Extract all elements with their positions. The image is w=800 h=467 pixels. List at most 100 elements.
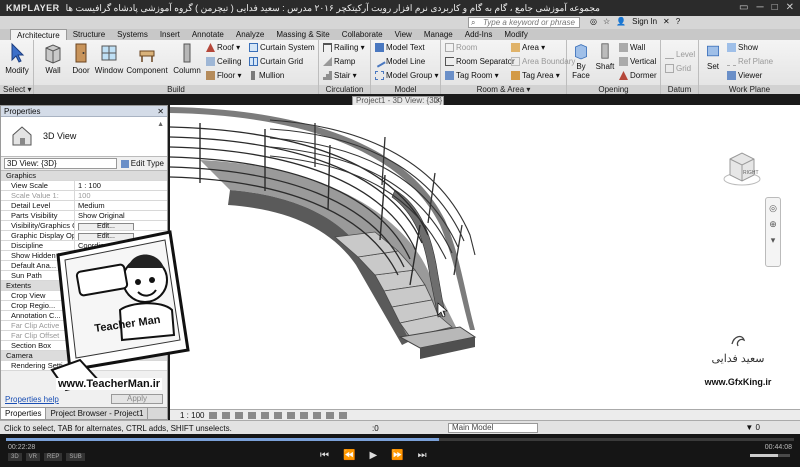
reveal-hidden-icon[interactable] — [326, 411, 335, 419]
property-section[interactable]: Graphics — [1, 171, 167, 181]
badge-vr[interactable]: VR — [25, 453, 41, 461]
set-button[interactable]: Set — [701, 42, 725, 71]
model-text-button[interactable]: Model Text — [375, 43, 425, 52]
opening-wall-button[interactable]: Wall — [619, 43, 645, 52]
lock-view-icon[interactable] — [300, 411, 309, 419]
view-scale[interactable]: 1 : 100 — [180, 411, 204, 420]
apply-button[interactable]: Apply — [111, 394, 163, 404]
door-button[interactable]: Door — [66, 42, 96, 75]
property-row[interactable]: Scale Value 1: 100 — [1, 191, 167, 201]
roof-button[interactable]: Roof ▾ — [206, 43, 240, 52]
next-icon[interactable]: ⏭ — [418, 450, 427, 461]
show-crop-icon[interactable] — [287, 411, 296, 419]
grid-button[interactable]: Grid — [665, 64, 691, 73]
type-scroll-icon[interactable]: ▲ — [157, 121, 164, 128]
filter-icon[interactable]: ▼ 0 — [745, 423, 760, 432]
model-line-button[interactable]: Model Line — [373, 55, 425, 68]
tag-area-button[interactable]: Tag Area ▾ — [511, 71, 560, 80]
sign-in-button[interactable]: Sign In — [632, 17, 657, 26]
tab-architecture[interactable]: Architecture — [10, 29, 67, 40]
shadows-icon[interactable] — [248, 411, 257, 419]
close-view-icon[interactable]: ✕ — [434, 97, 441, 105]
crop-view-icon[interactable] — [274, 411, 283, 419]
player-close-button[interactable]: ✕ — [786, 2, 794, 13]
ramp-button[interactable]: Ramp — [323, 57, 355, 66]
player-mini-button[interactable]: ▭ — [739, 2, 748, 13]
level-button[interactable]: Level — [665, 50, 695, 59]
model-dropdown[interactable]: Main Model — [448, 423, 538, 433]
viewer-button[interactable]: Viewer — [727, 71, 762, 80]
railing-button[interactable]: Railing ▾ — [323, 43, 365, 52]
forward-icon[interactable]: ⏩ — [391, 450, 403, 461]
room-button[interactable]: Room — [445, 43, 477, 52]
viewcube-widget[interactable]: RIGHT — [722, 147, 762, 187]
curtain-system-button[interactable]: Curtain System — [249, 43, 315, 52]
type-selector[interactable]: 3D View ▲ — [1, 117, 167, 157]
view-instance-dropdown[interactable]: 3D View: {3D} — [4, 158, 117, 169]
search-input[interactable]: ⌕ Type a keyword or phrase — [468, 17, 580, 28]
shaft-button[interactable]: Shaft — [593, 42, 617, 71]
room-separator-button[interactable]: Room Separator — [445, 57, 515, 66]
binoculars-icon[interactable]: ◎ — [590, 17, 597, 26]
previous-icon[interactable]: ⏮ — [320, 450, 329, 461]
tab-view[interactable]: View — [389, 29, 418, 40]
star-icon[interactable]: ☆ — [603, 17, 610, 26]
exchange-icon[interactable]: ✕ — [663, 17, 670, 26]
tab-manage[interactable]: Manage — [418, 29, 459, 40]
help-button[interactable]: ? — [676, 17, 680, 26]
tab-project-browser[interactable]: Project Browser - Project1 — [46, 408, 149, 419]
detail-level-icon[interactable] — [209, 411, 218, 419]
tab-modify[interactable]: Modify — [498, 29, 534, 40]
steering-wheel-icon[interactable]: ◎ — [766, 203, 780, 214]
property-value[interactable]: 100 — [74, 191, 167, 200]
tab-collaborate[interactable]: Collaborate — [336, 29, 389, 40]
rewind-icon[interactable]: ⏪ — [343, 450, 355, 461]
by-face-button[interactable]: By Face — [569, 42, 593, 80]
property-value[interactable]: 1 : 100 — [74, 181, 167, 190]
hide-isolate-icon[interactable] — [313, 411, 322, 419]
rendering-icon[interactable] — [261, 411, 270, 419]
stair-button[interactable]: Stair ▾ — [323, 71, 357, 80]
vertical-button[interactable]: Vertical — [619, 57, 656, 66]
tab-analyze[interactable]: Analyze — [230, 29, 270, 40]
tab-systems[interactable]: Systems — [111, 29, 154, 40]
show-button[interactable]: Show — [727, 43, 758, 52]
play-icon[interactable]: ▶ — [369, 450, 377, 461]
curtain-grid-button[interactable]: Curtain Grid — [249, 57, 303, 66]
badge-rep[interactable]: REP — [44, 453, 63, 461]
user-icon[interactable]: 👤 — [616, 17, 626, 26]
ribbon-label-select[interactable]: Select ▾ — [0, 85, 33, 94]
wall-button[interactable]: Wall — [38, 42, 68, 75]
component-button[interactable]: Component — [126, 42, 168, 75]
tab-annotate[interactable]: Annotate — [186, 29, 230, 40]
model-group-button[interactable]: Model Group ▾ — [375, 71, 438, 80]
badge-3d[interactable]: 3D — [8, 453, 22, 461]
3d-viewport[interactable]: RIGHT ◎ ⊕ ▾ سعید فدایی www.GfxKing.ir — [170, 105, 800, 420]
window-button[interactable]: Window — [94, 42, 124, 75]
column-button[interactable]: Column — [172, 42, 202, 75]
close-properties-icon[interactable]: ✕ — [157, 106, 164, 117]
player-minimize-button[interactable]: ─ — [756, 2, 763, 13]
seek-bar[interactable] — [6, 438, 794, 441]
edit-type-button[interactable]: Edit Type — [120, 159, 164, 168]
property-row[interactable]: View Scale 1 : 100 — [1, 181, 167, 191]
player-maximize-button[interactable]: □ — [772, 2, 778, 13]
properties-help-link[interactable]: Properties help — [5, 395, 59, 404]
tab-properties[interactable]: Properties — [1, 408, 47, 419]
sun-path-icon[interactable] — [235, 411, 244, 419]
tab-massing-site[interactable]: Massing & Site — [270, 29, 335, 40]
tag-room-button[interactable]: Tag Room ▾ — [445, 71, 499, 80]
volume-slider[interactable] — [750, 454, 790, 457]
modify-button[interactable]: Modify — [2, 42, 32, 75]
visual-style-icon[interactable] — [222, 411, 231, 419]
tab-insert[interactable]: Insert — [154, 29, 186, 40]
property-value[interactable]: Medium — [74, 201, 167, 210]
area-boundary-button[interactable]: Area Boundary — [511, 57, 575, 66]
ref-plane-button[interactable]: Ref Plane — [727, 57, 773, 66]
temporary-view-icon[interactable] — [339, 411, 348, 419]
badge-sub[interactable]: SUB — [66, 453, 85, 461]
tab-add-ins[interactable]: Add-Ins — [459, 29, 499, 40]
floor-button[interactable]: Floor ▾ — [206, 71, 241, 80]
dormer-button[interactable]: Dormer — [619, 71, 657, 80]
ribbon-label-room-area[interactable]: Room & Area ▾ — [441, 85, 566, 94]
